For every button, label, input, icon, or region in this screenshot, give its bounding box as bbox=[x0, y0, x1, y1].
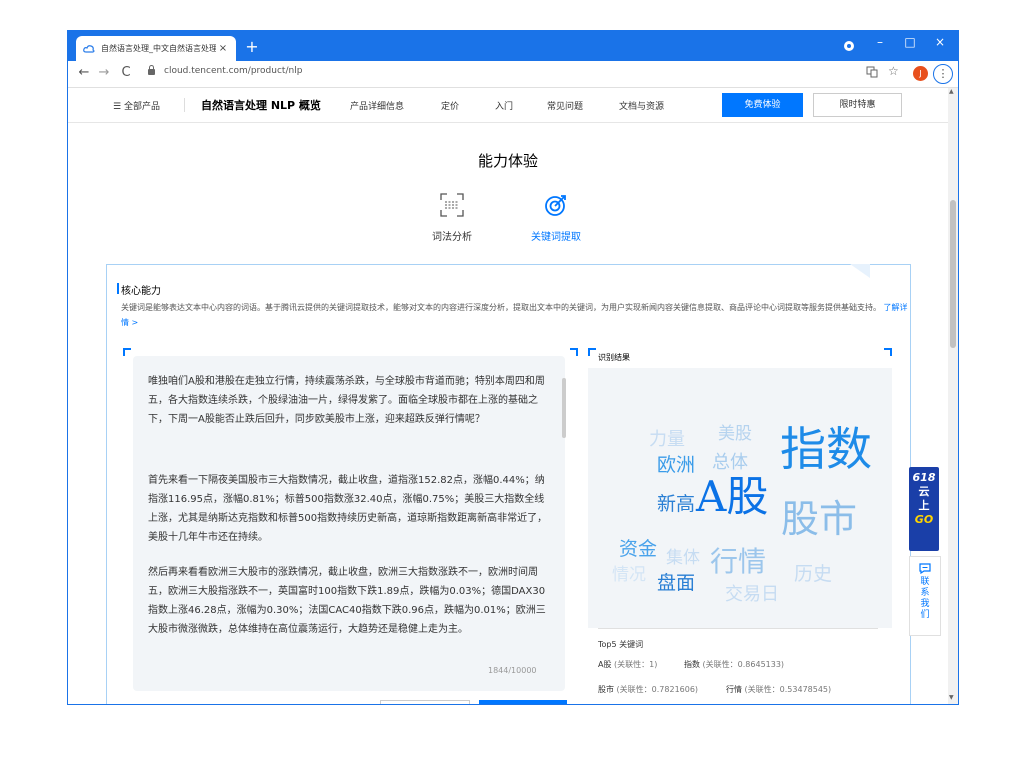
core-description: 关键词是能够表达文本中心内容的词语。基于腾讯云提供的关键词提取技术，能够对文本的… bbox=[121, 300, 911, 330]
keyword-item: A股 (关联性：1) bbox=[598, 660, 658, 669]
scroll-up-arrow-icon[interactable]: ▲ bbox=[949, 88, 954, 95]
option-keyword-extraction[interactable]: 关键词提取 bbox=[521, 192, 591, 243]
contact-label: 联系我们 bbox=[920, 577, 930, 620]
cloud-word: 盘面 bbox=[657, 572, 696, 594]
cloud-word: 集体 bbox=[666, 548, 700, 568]
lock-icon[interactable] bbox=[148, 65, 155, 75]
title-bar: 自然语言处理_中文自然语言处理 × + – □ × bbox=[68, 31, 958, 61]
core-description-text: 关键词是能够表达文本中心内容的词语。基于腾讯云提供的关键词提取技术，能够对文本的… bbox=[121, 303, 881, 312]
cloud-word: 欧洲 bbox=[657, 454, 696, 476]
address-bar: ← → C cloud.tencent.com/product/nlp ☆ J … bbox=[68, 61, 958, 88]
promo-number: 618 bbox=[912, 471, 936, 484]
top5-label: Top5 关键词 bbox=[598, 640, 644, 649]
product-title: 自然语言处理 NLP 概览 bbox=[201, 99, 321, 112]
contact-us-button[interactable]: 联系我们 bbox=[909, 556, 941, 636]
result-divider bbox=[598, 628, 878, 629]
close-window-button[interactable]: × bbox=[925, 35, 955, 49]
option-label: 词法分析 bbox=[432, 232, 472, 243]
output-corner-tr bbox=[884, 348, 892, 356]
scroll-down-arrow-icon[interactable]: ▼ bbox=[949, 694, 954, 701]
promo-text: 云上 bbox=[918, 485, 930, 512]
translate-icon[interactable] bbox=[866, 66, 878, 81]
option-label: 关键词提取 bbox=[531, 232, 581, 243]
nav-link-details[interactable]: 产品详细信息 bbox=[350, 99, 404, 112]
page-content: ☰ 全部产品 自然语言处理 NLP 概览 产品详细信息 定价 入门 常见问题 文… bbox=[68, 88, 948, 704]
bookmark-star-icon[interactable]: ☆ bbox=[888, 64, 899, 78]
cloud-word: 总体 bbox=[712, 452, 748, 473]
cloud-word: 股市 bbox=[781, 497, 858, 541]
card-corner-decoration bbox=[850, 264, 870, 278]
keyword-item: 指数 (关联性：0.8645133) bbox=[684, 660, 785, 669]
cloud-word: 行情 bbox=[710, 545, 767, 578]
character-counter: 1844/10000 bbox=[488, 666, 537, 675]
nav-link-getting-started[interactable]: 入门 bbox=[495, 99, 513, 112]
cloud-word: A股 bbox=[696, 472, 769, 521]
promo-618-banner[interactable]: 618 云上 GO bbox=[909, 467, 939, 551]
nav-link-faq[interactable]: 常见问题 bbox=[547, 99, 583, 112]
nav-link-docs[interactable]: 文档与资源 bbox=[619, 99, 664, 112]
input-corner-tl bbox=[123, 348, 131, 356]
cloud-word: 力量 bbox=[649, 429, 685, 450]
nav-divider bbox=[184, 98, 185, 112]
cloud-word: 交易日 bbox=[725, 584, 779, 605]
secondary-action-button[interactable] bbox=[380, 700, 470, 704]
page-scrollbar[interactable]: ▲ ▼ bbox=[948, 88, 958, 704]
input-paragraph-1: 唯独咱们A股和港股在走独立行情，持续震荡杀跌，与全球股市背道而驰；特别本周四和周… bbox=[148, 376, 545, 425]
scrollbar-thumb[interactable] bbox=[950, 200, 956, 348]
all-products-link[interactable]: ☰ 全部产品 bbox=[113, 99, 160, 112]
promo-go: GO bbox=[914, 513, 934, 526]
textarea-scrollbar[interactable] bbox=[562, 378, 566, 438]
cloud-word: 资金 bbox=[619, 538, 658, 560]
cloud-word: 情况 bbox=[612, 565, 646, 585]
browser-window: 自然语言处理_中文自然语言处理 × + – □ × ← → C cloud.te… bbox=[67, 30, 959, 705]
limited-offer-button[interactable]: 限时特惠 bbox=[813, 93, 902, 117]
input-paragraph-3: 然后再来看看欧洲三大股市的涨跌情况，截止收盘，欧洲三大指数涨跌不一，欧洲时间周五… bbox=[148, 567, 546, 635]
tab-close-button[interactable]: × bbox=[216, 43, 230, 54]
maximize-button[interactable]: □ bbox=[895, 35, 925, 49]
capability-title: 能力体验 bbox=[477, 152, 538, 170]
cloud-word: 新高 bbox=[657, 493, 696, 515]
minimize-button[interactable]: – bbox=[865, 35, 895, 49]
cloud-word: 指数 bbox=[780, 422, 872, 476]
primary-action-button[interactable] bbox=[479, 700, 567, 704]
forward-button[interactable]: → bbox=[96, 65, 112, 80]
avatar[interactable]: J bbox=[913, 66, 928, 81]
cloud-icon bbox=[82, 42, 96, 56]
browser-menu-button[interactable]: ⋮ bbox=[933, 64, 953, 84]
keyword-item: 股市 (关联性：0.7821606) bbox=[598, 685, 699, 694]
keyword-target-icon bbox=[543, 192, 569, 218]
keyword-item: 行情 (关联性：0.53478545) bbox=[726, 685, 832, 694]
input-paragraph-2: 首先来看一下隔夜美国股市三大指数情况，截止收盘，道指涨152.82点，涨幅0.4… bbox=[148, 475, 548, 543]
url-field[interactable]: cloud.tencent.com/product/nlp bbox=[164, 66, 302, 76]
cloud-word: 历史 bbox=[794, 563, 833, 585]
lexical-scan-icon bbox=[439, 192, 465, 218]
browser-tab[interactable]: 自然语言处理_中文自然语言处理 × bbox=[76, 36, 236, 61]
output-corner-tl bbox=[588, 348, 596, 356]
chat-icon bbox=[910, 563, 940, 577]
new-tab-button[interactable]: + bbox=[244, 37, 260, 56]
option-lexical-analysis[interactable]: 词法分析 bbox=[417, 192, 487, 243]
tab-title: 自然语言处理_中文自然语言处理 bbox=[101, 44, 216, 53]
nav-link-pricing[interactable]: 定价 bbox=[441, 99, 459, 112]
site-nav: ☰ 全部产品 自然语言处理 NLP 概览 产品详细信息 定价 入门 常见问题 文… bbox=[68, 88, 948, 123]
word-cloud: 力量 美股 指数 欧洲 总体 新高 A股 股市 资金 集体 行情 历史 情况 盘… bbox=[588, 368, 892, 628]
input-corner-tr bbox=[570, 348, 578, 356]
back-button[interactable]: ← bbox=[76, 65, 92, 80]
core-heading: 核心能力 bbox=[117, 282, 161, 297]
all-products-label: 全部产品 bbox=[123, 102, 160, 112]
profile-indicator-icon[interactable] bbox=[844, 41, 854, 51]
result-title: 识别结果 bbox=[598, 353, 630, 362]
reload-button[interactable]: C bbox=[118, 65, 134, 80]
free-trial-button[interactable]: 免费体验 bbox=[722, 93, 803, 117]
menu-icon: ☰ bbox=[113, 102, 124, 112]
cloud-word: 美股 bbox=[718, 424, 752, 444]
